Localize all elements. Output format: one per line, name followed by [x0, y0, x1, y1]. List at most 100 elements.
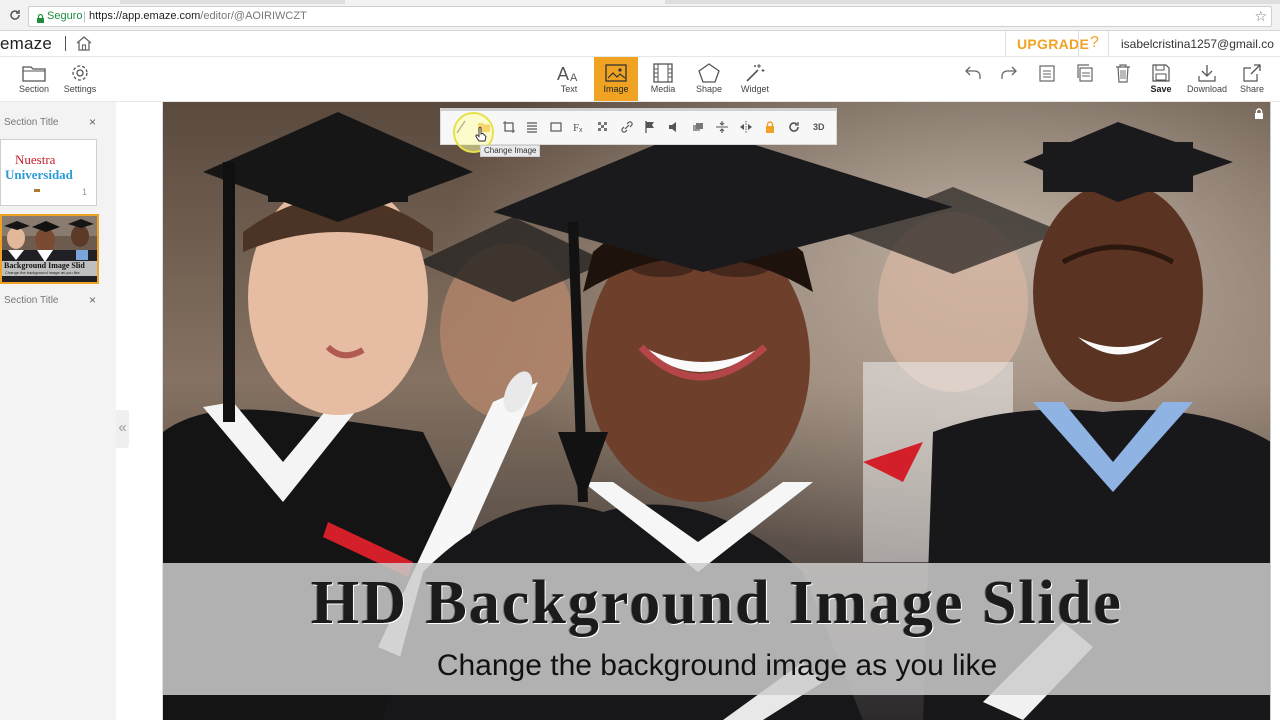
- pentagon-icon: [698, 63, 720, 83]
- document-icon: [1039, 65, 1055, 82]
- undo-button[interactable]: [958, 57, 986, 101]
- effects-icon[interactable]: Fx: [572, 120, 586, 134]
- slide-thumbnail[interactable]: Nuestra Universidad 1: [0, 139, 97, 206]
- media-button[interactable]: Media: [643, 57, 683, 101]
- floppy-icon: [1152, 64, 1170, 82]
- rotate-icon[interactable]: [787, 120, 801, 134]
- emaze-logo[interactable]: emaze: [0, 34, 52, 54]
- media-label: Media: [650, 84, 676, 94]
- text-label: Text: [560, 84, 578, 94]
- home-icon[interactable]: [75, 35, 93, 52]
- slide-number: 1: [82, 187, 88, 197]
- delete-button[interactable]: [1109, 57, 1137, 101]
- image-label: Image: [603, 84, 629, 94]
- trash-icon: [1116, 64, 1130, 83]
- browser-tab[interactable]: [345, 0, 665, 4]
- 3d-button[interactable]: 3D: [813, 122, 825, 132]
- collapse-sidebar-button[interactable]: «: [116, 410, 129, 448]
- undo-icon: [965, 66, 981, 79]
- image-button[interactable]: Image: [594, 57, 638, 101]
- flip-icon[interactable]: [739, 120, 753, 134]
- share-label: Share: [1239, 84, 1265, 94]
- browser-tab[interactable]: [0, 0, 120, 4]
- canvas-scroll-edge[interactable]: [1270, 102, 1280, 720]
- url-host: https://app.emaze.com: [89, 10, 201, 22]
- opacity-icon[interactable]: [596, 120, 610, 134]
- slide-subtitle[interactable]: Change the background image as you like: [163, 649, 1270, 683]
- flag-icon[interactable]: [643, 120, 657, 134]
- user-email[interactable]: isabelcristina1257@gmail.co: [1121, 37, 1274, 51]
- redo-icon: [1001, 66, 1017, 79]
- link-icon[interactable]: [620, 120, 634, 134]
- slide-thumb-subtitle: Change the background image as you like: [5, 270, 80, 275]
- reload-icon[interactable]: [9, 9, 22, 22]
- header-divider: [1108, 31, 1109, 57]
- help-button[interactable]: ?: [1090, 34, 1099, 52]
- section-label: Section: [18, 84, 50, 94]
- film-icon: [653, 63, 673, 83]
- svg-text:x: x: [579, 127, 583, 134]
- secure-lock-icon: [36, 11, 45, 23]
- image-edit-toolbar: Fx 3D: [440, 108, 837, 145]
- bookmark-star-icon[interactable]: ☆: [1254, 8, 1267, 25]
- padlock-icon[interactable]: [763, 120, 777, 134]
- slide-thumbnail-selected[interactable]: Background Image Slid Change the backgro…: [0, 214, 99, 284]
- slide-canvas[interactable]: HD Background Image Slide Change the bac…: [162, 102, 1270, 720]
- distribute-icon[interactable]: [715, 120, 729, 134]
- url-field[interactable]: Seguro | https://app.emaze.com/editor/@A…: [28, 6, 1272, 27]
- app-header: emaze UPGRADE ? isabelcristina1257@gmail…: [0, 31, 1280, 57]
- download-button[interactable]: Download: [1184, 57, 1230, 101]
- close-section-button[interactable]: ×: [89, 115, 96, 129]
- widget-button[interactable]: Widget: [735, 57, 775, 101]
- hand-cursor-icon: [475, 127, 487, 142]
- copy-icon: [1077, 64, 1093, 82]
- header-divider: [1078, 31, 1079, 57]
- browser-address-bar: Seguro | https://app.emaze.com/editor/@A…: [0, 0, 1280, 31]
- svg-text:A: A: [570, 72, 578, 83]
- shape-label: Shape: [695, 84, 723, 94]
- image-icon: [605, 64, 627, 82]
- logo-divider: [65, 36, 66, 51]
- resize-icon[interactable]: [502, 120, 516, 134]
- text-icon: AA: [557, 64, 578, 83]
- close-section-button[interactable]: ×: [89, 293, 96, 307]
- download-icon: [1198, 65, 1216, 82]
- shape-button[interactable]: Shape: [689, 57, 729, 101]
- slide-title[interactable]: HD Background Image Slide: [163, 568, 1270, 639]
- text-button[interactable]: AA Text: [549, 57, 589, 101]
- slide-thumb-line2: Universidad: [5, 167, 73, 182]
- magic-wand-icon: [746, 64, 765, 82]
- duplicate-button[interactable]: [1071, 57, 1099, 101]
- browser-tab-strip: [0, 0, 1280, 4]
- save-button[interactable]: Save: [1146, 57, 1176, 101]
- section-title[interactable]: Section Title: [4, 117, 58, 128]
- settings-button[interactable]: Settings: [60, 57, 100, 101]
- folder-icon: [22, 66, 46, 82]
- secure-label: Seguro: [47, 10, 83, 22]
- save-label: Save: [1150, 84, 1172, 94]
- share-icon: [1243, 64, 1261, 82]
- download-label: Download: [1186, 84, 1228, 94]
- redo-button[interactable]: [996, 57, 1024, 101]
- slide-thumb-title: Background Image Slid: [4, 261, 85, 270]
- layer-icon[interactable]: [691, 120, 705, 134]
- section-button[interactable]: Section: [14, 57, 54, 101]
- settings-label: Settings: [63, 84, 97, 94]
- url-path: /editor/@AOIRIWCZT: [200, 10, 307, 22]
- slide-thumb-logo: [34, 189, 40, 192]
- share-button[interactable]: Share: [1234, 57, 1270, 101]
- url-text: https://app.emaze.com/editor/@AOIRIWCZT: [89, 10, 307, 22]
- url-separator: |: [83, 9, 87, 23]
- slides-sidebar: Section Title × Nuestra Universidad 1 Ba…: [0, 102, 116, 720]
- svg-text:A: A: [557, 64, 569, 83]
- slide-thumb-line1: Nuestra: [15, 152, 56, 167]
- header-divider: [1005, 31, 1006, 57]
- section-title[interactable]: Section Title: [4, 295, 58, 306]
- align-icon[interactable]: [525, 120, 539, 134]
- notes-button[interactable]: [1033, 57, 1061, 101]
- lock-icon[interactable]: [1254, 107, 1264, 119]
- widget-label: Widget: [740, 84, 769, 94]
- change-image-tooltip: Change Image: [480, 145, 541, 157]
- sound-icon[interactable]: [667, 120, 681, 134]
- border-icon[interactable]: [549, 120, 563, 134]
